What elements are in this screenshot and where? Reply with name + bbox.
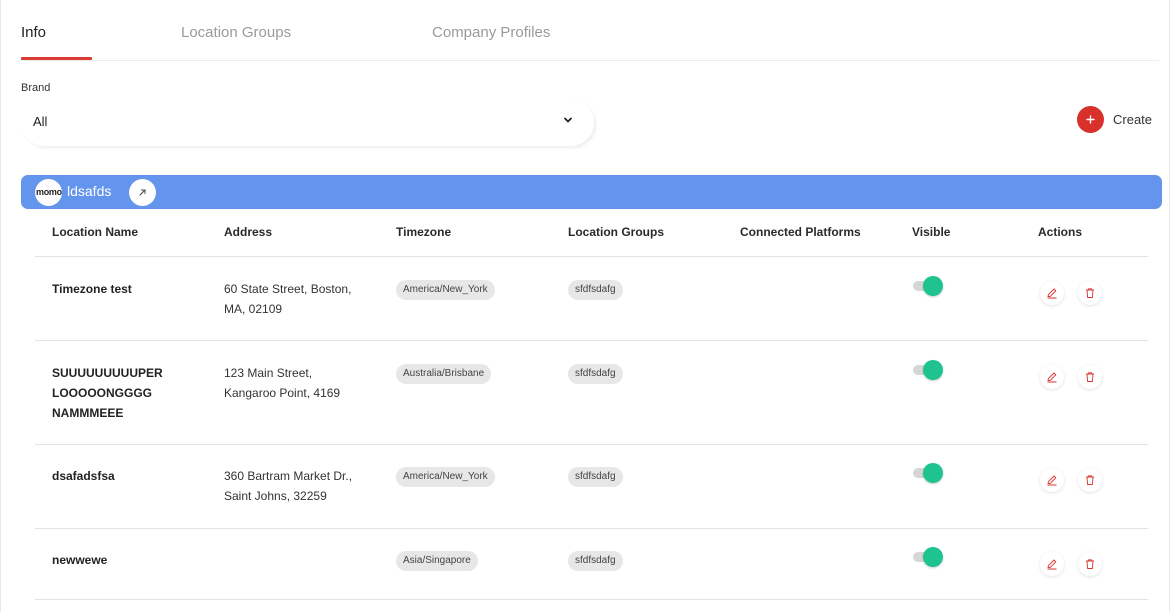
location-name-line: NAMMMEEE [52, 406, 124, 420]
visible-toggle[interactable] [913, 360, 943, 380]
tab-bar: Info Location Groups Company Profiles [21, 0, 1159, 61]
delete-button[interactable] [1078, 552, 1102, 576]
table-row: newwewe Asia/Singapore sfdfsdafg [35, 529, 1148, 600]
timezone-chip: America/New_York [396, 280, 495, 300]
table-row: SUUUUUUUUUPER LOOOOONGGGG NAMMMEEE 123 M… [35, 341, 1148, 445]
delete-button[interactable] [1078, 365, 1102, 389]
create-label: Create [1113, 112, 1153, 127]
trash-icon [1086, 475, 1094, 485]
location-group-chip: sfdfsdafg [568, 280, 623, 300]
brand-name: ldsafds [67, 183, 112, 199]
visible-toggle[interactable] [913, 276, 943, 296]
column-header-timezone: Timezone [396, 225, 452, 239]
column-header-connected-platforms: Connected Platforms [740, 225, 861, 239]
location-name-line: LOOOOONGGGG [52, 386, 153, 400]
brand-select[interactable]: All [21, 99, 594, 146]
timezone-chip: America/New_York [396, 467, 495, 487]
brand-logo-text: momo [36, 187, 62, 197]
location-name-cell: SUUUUUUUUUPER LOOOOONGGGG NAMMMEEE [52, 363, 163, 423]
brand-filter-label: Brand [21, 82, 51, 94]
column-header-actions: Actions [1038, 225, 1083, 239]
location-group-chip: sfdfsdafg [568, 551, 623, 571]
create-icon-circle [1077, 106, 1104, 133]
toggle-knob [923, 276, 943, 296]
column-header-location-name: Location Name [52, 225, 139, 239]
brand-open-link-button[interactable] [129, 179, 156, 206]
toggle-knob [923, 463, 943, 483]
delete-button[interactable] [1078, 281, 1102, 305]
edit-button[interactable] [1040, 552, 1064, 576]
pencil-icon [1047, 288, 1057, 299]
edit-button[interactable] [1040, 468, 1064, 492]
location-name-line: newwewe [52, 553, 108, 567]
address-cell: 123 Main Street, Kangaroo Point, 4169 [224, 363, 340, 403]
column-header-address: Address [224, 225, 273, 239]
location-name-cell: Timezone test [52, 279, 132, 299]
column-header-location-groups: Location Groups [568, 225, 664, 239]
address-cell: 60 State Street, Boston, MA, 02109 [224, 279, 351, 319]
toggle-knob [923, 547, 943, 567]
location-name-cell: newwewe [52, 550, 107, 570]
address-line: Saint Johns, 32259 [224, 489, 327, 503]
table-row: Timezone test 60 State Street, Boston, M… [35, 257, 1148, 341]
plus-icon [1086, 115, 1095, 124]
location-name-line: dsafadsfsa [52, 469, 115, 483]
location-name-line: Timezone test [52, 282, 132, 296]
external-link-icon [139, 189, 146, 196]
address-cell: 360 Bartram Market Dr., Saint Johns, 322… [224, 466, 352, 506]
location-group-chip: sfdfsdafg [568, 364, 623, 384]
pencil-icon [1047, 372, 1057, 383]
trash-icon [1086, 288, 1094, 298]
create-button[interactable]: Create [1077, 106, 1152, 133]
visible-toggle[interactable] [913, 547, 943, 567]
toggle-knob [923, 360, 943, 380]
brand-select-value: All [33, 114, 48, 129]
active-tab-indicator [21, 57, 92, 60]
edit-button[interactable] [1040, 281, 1064, 305]
address-line: 123 Main Street, [224, 366, 313, 380]
location-name-cell: dsafadsfsa [52, 466, 115, 486]
pencil-icon [1047, 559, 1057, 570]
brand-header-bar: momo ldsafds [21, 175, 1162, 209]
trash-icon [1086, 372, 1094, 382]
timezone-chip: Asia/Singapore [396, 551, 478, 571]
edit-button[interactable] [1040, 365, 1064, 389]
address-line: 60 State Street, Boston, [224, 282, 352, 296]
address-line: MA, 02109 [224, 302, 283, 316]
table-row: dsafadsfsa 360 Bartram Market Dr., Saint… [35, 445, 1148, 529]
tab-location-groups[interactable]: Location Groups [181, 24, 291, 41]
pencil-icon [1047, 475, 1057, 486]
timezone-chip: Australia/Brisbane [396, 364, 492, 384]
visible-toggle[interactable] [913, 463, 943, 483]
page-frame: Info Location Groups Company Profiles Br… [0, 0, 1170, 612]
address-line: Kangaroo Point, 4169 [224, 386, 341, 400]
tab-info[interactable]: Info [21, 24, 46, 41]
table-header: Location Name Address Timezone Location … [35, 209, 1148, 257]
tab-company-profiles[interactable]: Company Profiles [432, 24, 550, 41]
delete-button[interactable] [1078, 468, 1102, 492]
location-name-line: SUUUUUUUUUPER [52, 366, 163, 380]
brand-logo: momo [35, 179, 62, 206]
chevron-down-icon [564, 117, 572, 123]
location-group-chip: sfdfsdafg [568, 467, 623, 487]
column-header-visible: Visible [912, 225, 951, 239]
trash-icon [1086, 559, 1094, 569]
address-line: 360 Bartram Market Dr., [224, 469, 353, 483]
